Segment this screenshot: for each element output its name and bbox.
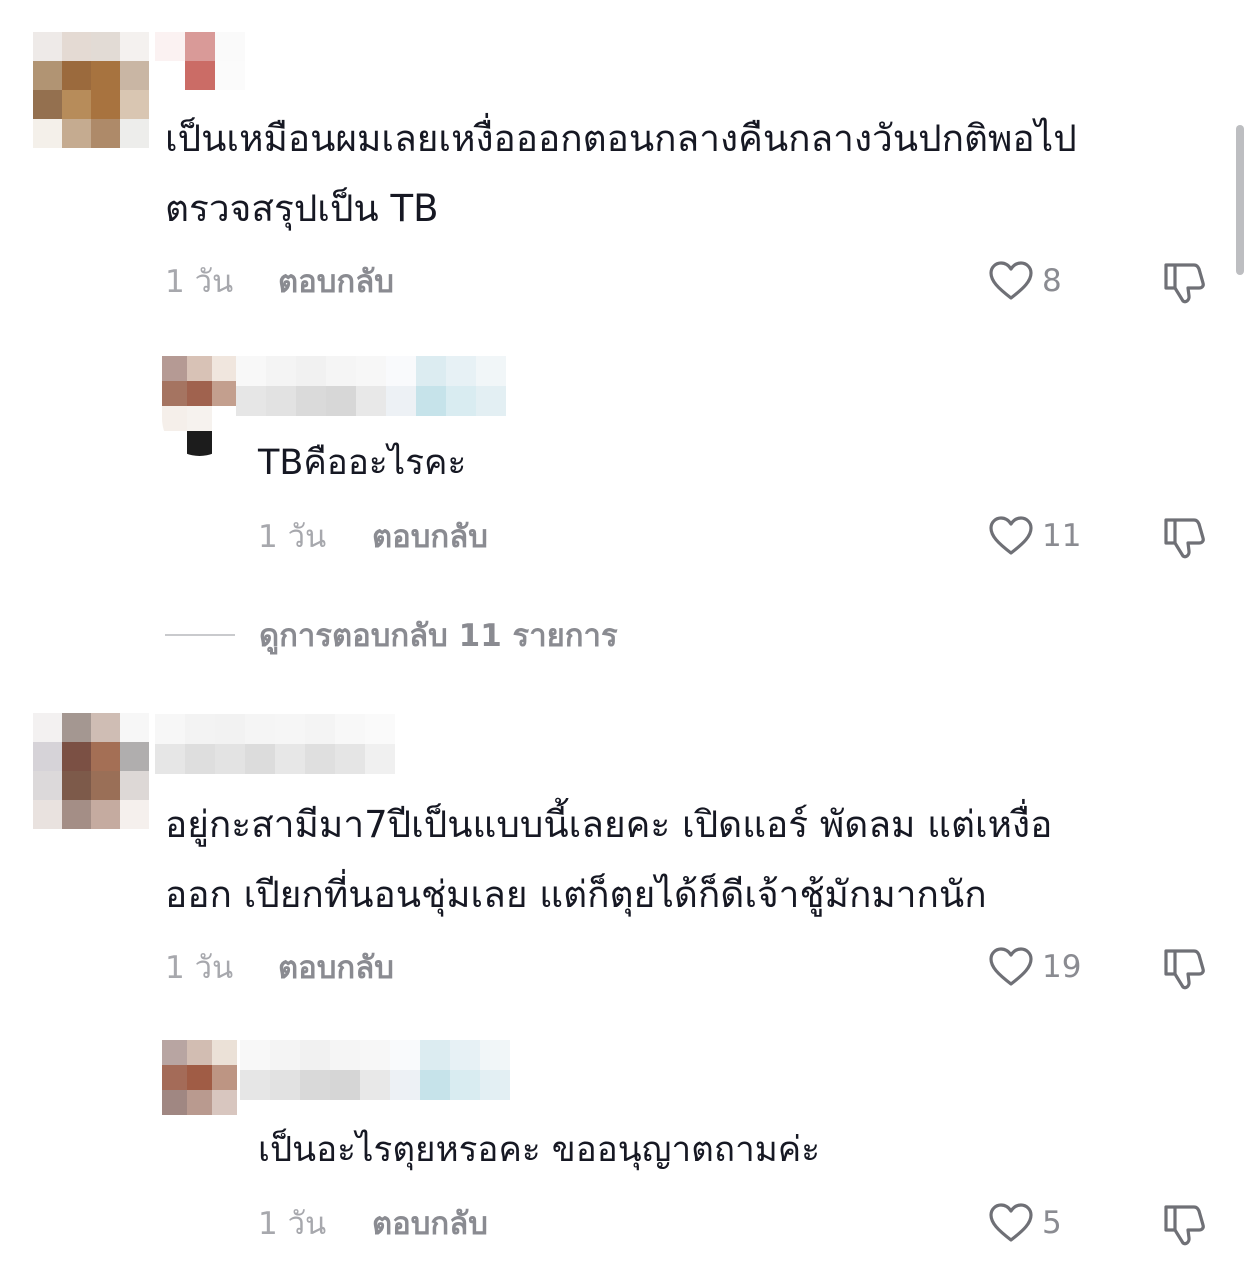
comment-1: เป็นเหมือนผมเลยเหงื่อออกตอนกลางคืนกลางวั… [0, 0, 1254, 320]
like-button[interactable]: 19 [988, 946, 1081, 988]
reply-button[interactable]: ตอบกลับ [278, 948, 394, 988]
avatar[interactable] [162, 1040, 237, 1140]
username-redacted[interactable] [240, 1040, 510, 1100]
thumbs-down-outline-icon[interactable] [1162, 516, 1206, 560]
comment-text: เป็นอะไรตุยหรอคะ ขออนุญาตถามค่ะ [258, 1115, 820, 1185]
avatar[interactable] [33, 713, 149, 829]
reply-button[interactable]: ตอบกลับ [372, 1204, 488, 1244]
comment-text-line: TBคืออะไรคะ [258, 443, 467, 483]
thumbs-down-outline-icon[interactable] [1162, 1203, 1206, 1247]
username-redacted[interactable] [155, 714, 395, 774]
comment-text-line: ออก เปียกที่นอนชุ่มเลย แต่ก็ตุยได้ก็ดีเจ… [165, 873, 987, 916]
thumbs-down-outline-icon[interactable] [1162, 261, 1206, 305]
comment-text-line: เป็นอะไรตุยหรอคะ ขออนุญาตถามค่ะ [258, 1130, 821, 1170]
view-more-replies-label: ดูการตอบกลับ 11 รายการ [259, 618, 618, 654]
username-redacted[interactable] [155, 32, 245, 90]
like-button[interactable]: 5 [988, 1202, 1062, 1244]
like-count: 11 [1042, 518, 1082, 554]
comment-text-line: ตรวจสรุปเป็น TB [165, 187, 439, 230]
avatar[interactable] [33, 32, 149, 148]
scrollbar[interactable] [1236, 125, 1244, 275]
avatar[interactable] [162, 356, 237, 456]
like-count: 8 [1042, 263, 1062, 299]
heart-outline-icon [989, 947, 1033, 986]
comment-time: 1 วัน [258, 519, 327, 555]
comment-2: อยู่กะสามีมา7ปีเป็นแบบนี้เลยคะ เปิดแอร์ … [0, 700, 1254, 1010]
username-redacted[interactable] [236, 356, 506, 416]
like-count: 5 [1042, 1205, 1062, 1241]
reply-comment-1: TBคืออะไรคะ 1 วัน ตอบกลับ 11 [0, 340, 1254, 570]
heart-outline-icon [989, 1203, 1033, 1242]
reply-comment-2: เป็นอะไรตุยหรอคะ ขออนุญาตถามค่ะ 1 วัน ตอ… [0, 1025, 1254, 1275]
comment-text: อยู่กะสามีมา7ปีเป็นแบบนี้เลยคะ เปิดแอร์ … [165, 790, 1052, 930]
comment-text: เป็นเหมือนผมเลยเหงื่อออกตอนกลางคืนกลางวั… [165, 104, 1077, 244]
comment-text: TBคืออะไรคะ [258, 428, 466, 498]
reply-button[interactable]: ตอบกลับ [372, 517, 488, 557]
view-more-replies[interactable]: ดูการตอบกลับ 11 รายการ [165, 610, 618, 660]
thumbs-down-outline-icon[interactable] [1162, 947, 1206, 991]
like-button[interactable]: 8 [988, 260, 1062, 302]
comment-text-line: เป็นเหมือนผมเลยเหงื่อออกตอนกลางคืนกลางวั… [165, 117, 1077, 160]
like-count: 19 [1042, 949, 1082, 985]
heart-outline-icon [989, 261, 1033, 300]
comment-time: 1 วัน [165, 950, 234, 986]
like-button[interactable]: 11 [988, 515, 1081, 557]
heart-outline-icon [989, 516, 1033, 555]
comment-time: 1 วัน [165, 264, 234, 300]
comment-text-line: อยู่กะสามีมา7ปีเป็นแบบนี้เลยคะ เปิดแอร์ … [165, 803, 1053, 846]
comment-time: 1 วัน [258, 1206, 327, 1242]
reply-button[interactable]: ตอบกลับ [278, 262, 394, 302]
divider-line [165, 634, 235, 636]
